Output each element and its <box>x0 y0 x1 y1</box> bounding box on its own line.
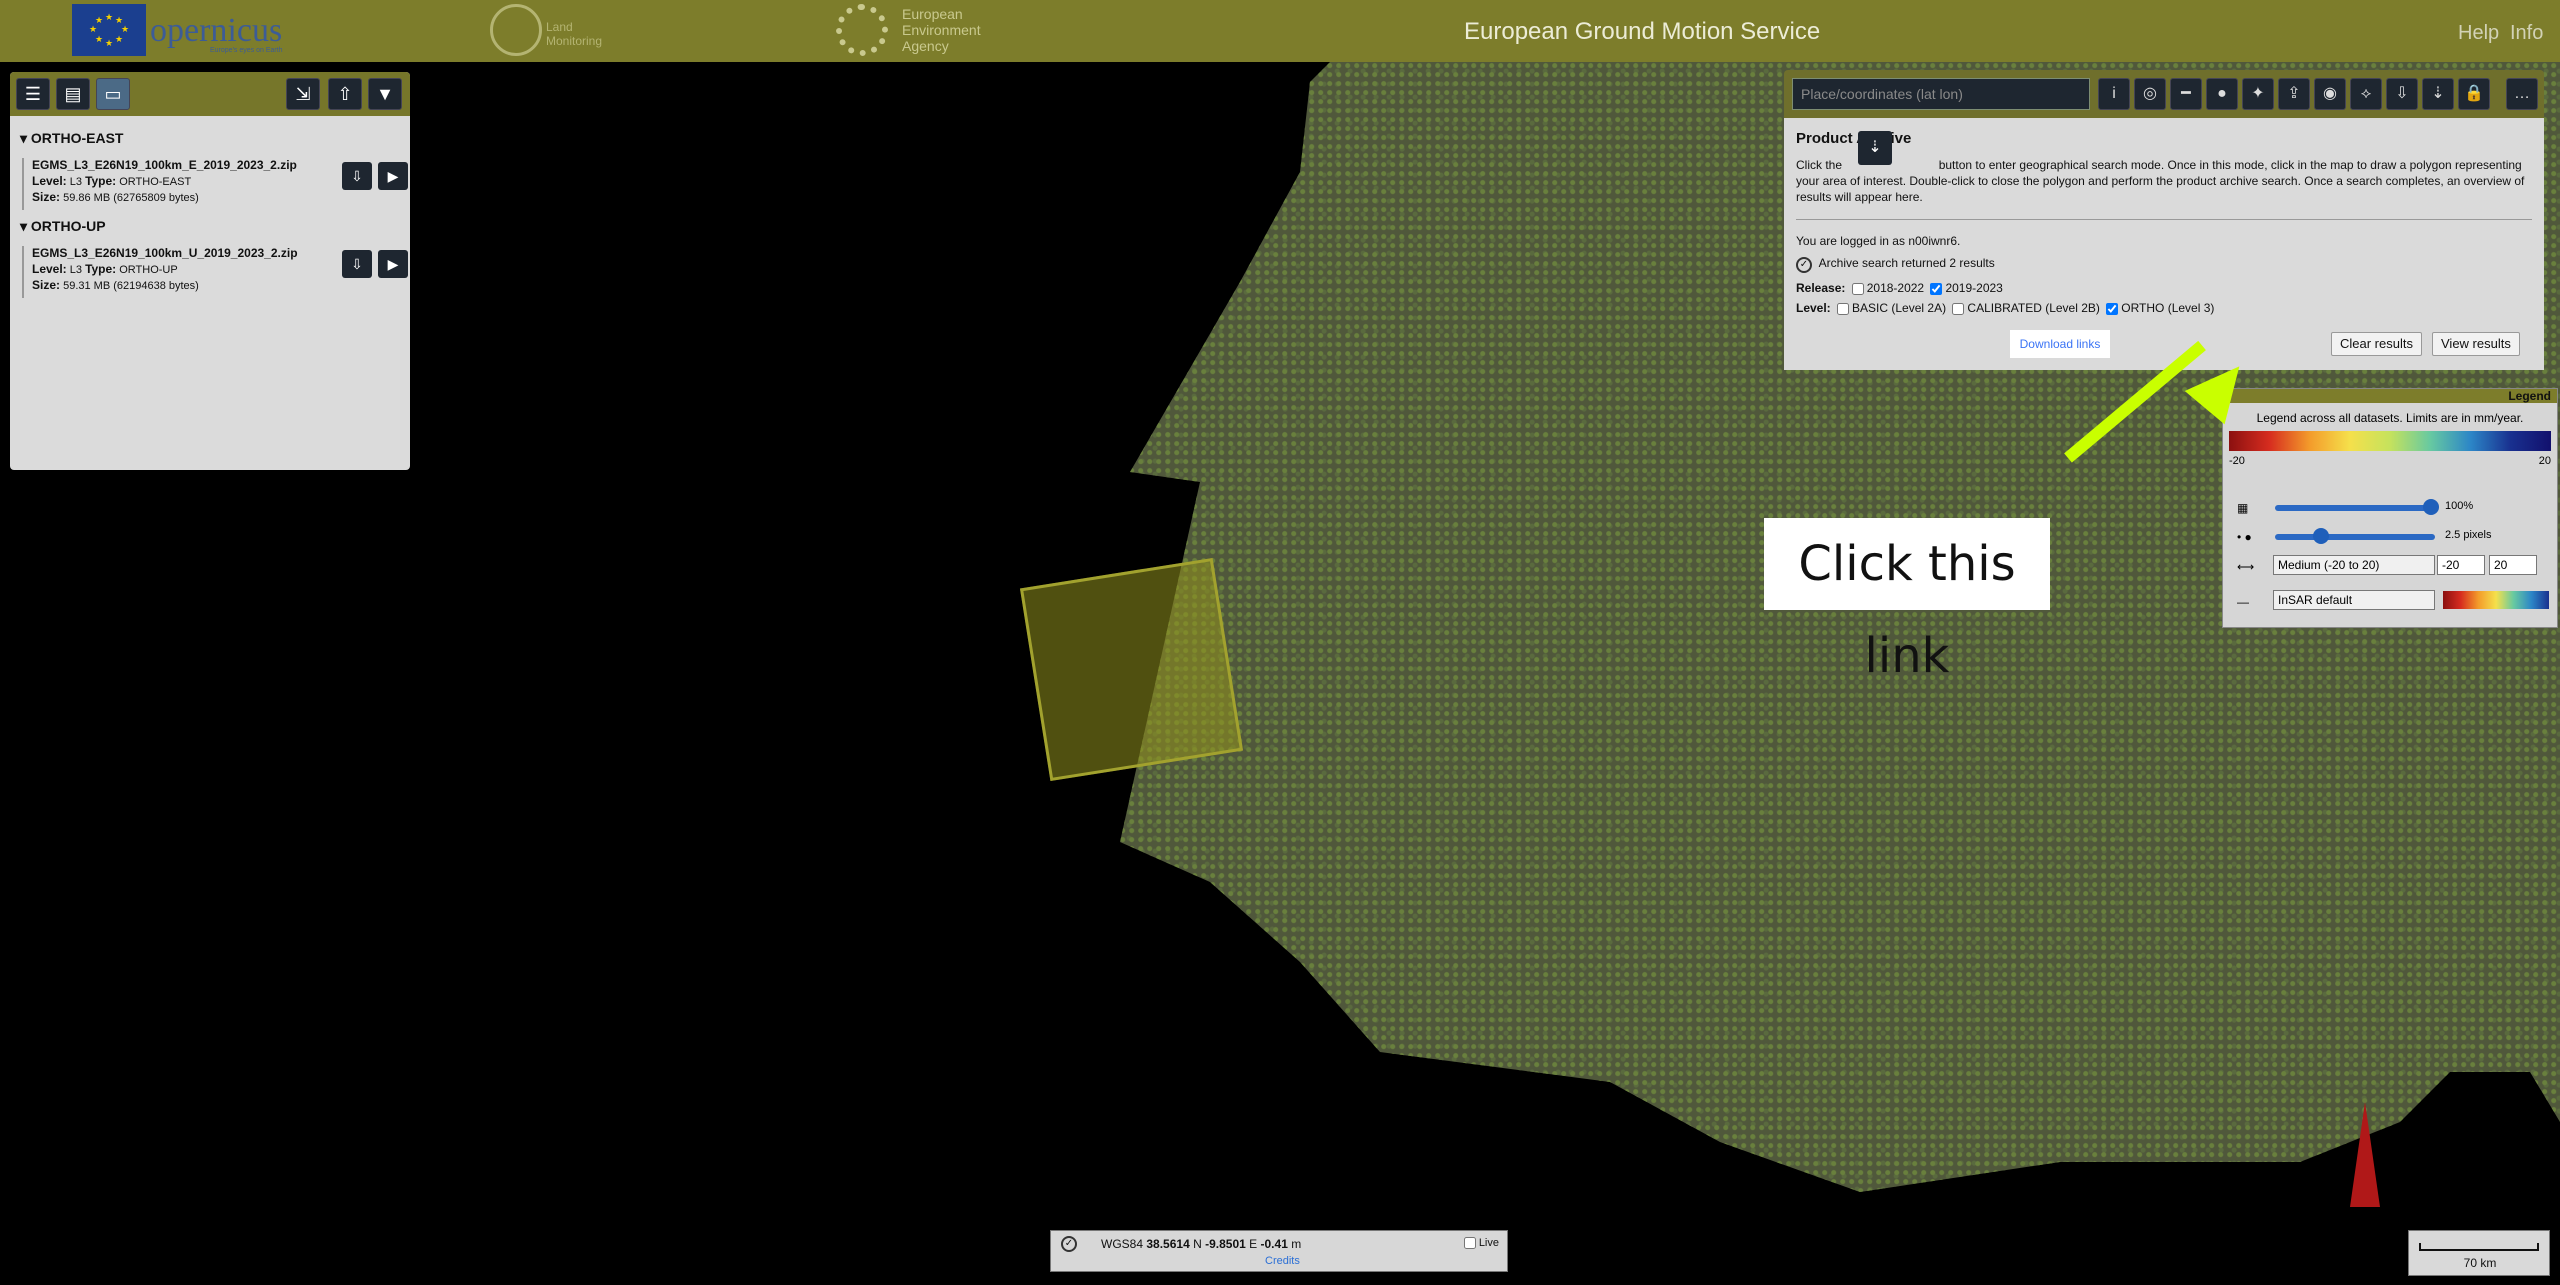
results-panel: ☰ ▤ ▭ ⇲ ⇧ ▼ ▾ ORTHO-EAST EGMS_L3_E26N19_… <box>10 72 410 470</box>
group-title-ortho-east: ▾ ORTHO-EAST <box>20 130 124 146</box>
app-title: European Ground Motion Service <box>1464 18 1821 45</box>
archive-title: Product Archive <box>1796 130 1912 147</box>
live-toggle[interactable]: Live <box>1463 1237 1499 1250</box>
tutorial-callout: Click this link <box>1764 518 2050 684</box>
share-icon[interactable]: ⇪ <box>2278 78 2310 110</box>
live-checkbox[interactable] <box>1463 1237 1476 1250</box>
legend-gradient <box>2229 431 2551 451</box>
range-max-input[interactable]: 20 <box>2489 555 2537 575</box>
file-name: EGMS_L3_E26N19_100km_U_2019_2023_2.zip <box>32 246 298 260</box>
top-header: ★ ★ ★ ★ ★ ★ ★ ★ opernicus Europe's eyes on Eart… <box>0 0 2560 62</box>
compass-icon <box>2350 1102 2380 1207</box>
copernicus-logo: opernicus <box>150 12 283 49</box>
download-file-button[interactable]: ⇩ <box>342 250 372 278</box>
eea-text: European Environment Agency <box>902 6 981 54</box>
info-link[interactable]: Info <box>2510 22 2543 45</box>
product-archive-panel: Product Archive Click the button to ente… <box>1784 118 2544 370</box>
range-select[interactable]: Medium (-20 to 20) <box>2273 555 2435 575</box>
land-monitoring-text: Land Monitoring <box>546 20 603 48</box>
divider <box>1796 219 2532 220</box>
play-button[interactable]: ▶ <box>378 162 408 190</box>
clear-results-button[interactable]: Clear results <box>2331 332 2422 356</box>
compass-tool-icon[interactable]: ✦ <box>2242 78 2274 110</box>
check-icon: ✓ <box>1796 257 1812 273</box>
download-links-button[interactable]: Download links <box>2010 330 2110 358</box>
more-icon[interactable]: … <box>2506 78 2538 110</box>
point-size-slider[interactable]: 2.5 pixels <box>2245 526 2545 546</box>
view-results-button[interactable]: View results <box>2432 332 2520 356</box>
document-icon[interactable]: ▭ <box>96 78 130 110</box>
release-filter: Release: 2018-2022 2019-2023 <box>1796 281 2003 295</box>
results-toolbar: ☰ ▤ ▭ ⇲ ⇧ ▼ <box>10 72 410 116</box>
polygon-icon[interactable]: ⟡ <box>2350 78 2382 110</box>
info-icon[interactable]: i <box>2098 78 2130 110</box>
login-text: You are logged in as n00iwnr6. <box>1796 234 1961 248</box>
status-ok-icon: ✓ <box>1061 1236 1077 1252</box>
expand-icon[interactable]: ⇲ <box>286 78 320 110</box>
scale-line <box>2419 1243 2539 1251</box>
copernicus-tagline: Europe's eyes on Earth <box>210 47 283 54</box>
eea-logo <box>836 4 888 56</box>
globe-icon[interactable]: ◎ <box>2134 78 2166 110</box>
search-result: ✓ Archive search returned 2 results <box>1796 256 2532 273</box>
download-file-button[interactable]: ⇩ <box>342 162 372 190</box>
scale-bar: 70 km <box>2408 1230 2550 1276</box>
release-2018-checkbox[interactable] <box>1851 282 1864 295</box>
scale-label: 70 km <box>2463 1256 2497 1270</box>
eye-icon[interactable]: ◉ <box>2314 78 2346 110</box>
layers-icon[interactable]: ▤ <box>56 78 90 110</box>
help-link[interactable]: Help <box>2458 22 2499 45</box>
legend-range: -20 20 <box>2229 455 2551 467</box>
range-icon: ⟷ <box>2237 560 2255 574</box>
opacity-track <box>2275 505 2435 511</box>
point-size-track <box>2275 534 2435 540</box>
land-monitoring-logo <box>490 4 542 56</box>
filter-icon[interactable]: ▼ <box>368 78 402 110</box>
coordinates-text: WGS84 38.5614 N -9.8501 E -0.41 m <box>1101 1237 1302 1251</box>
legend-panel: Legend Legend across all datasets. Limit… <box>2222 388 2558 628</box>
palette-preview <box>2443 591 2549 609</box>
file-name: EGMS_L3_E26N19_100km_E_2019_2023_2.zip <box>32 158 297 172</box>
play-button[interactable]: ▶ <box>378 250 408 278</box>
file-row-ortho-east: EGMS_L3_E26N19_100km_E_2019_2023_2.zip L… <box>22 158 408 210</box>
place-search-input[interactable]: Place/coordinates (lat lon) <box>1792 78 2090 110</box>
archive-instructions: Click the button to enter geographical s… <box>1796 131 2532 205</box>
legend-description: Legend across all datasets. Limits are i… <box>2256 411 2524 425</box>
group-title-ortho-up: ▾ ORTHO-UP <box>20 218 106 234</box>
circle-icon[interactable]: ● <box>2206 78 2238 110</box>
select-area-icon[interactable]: ⇣ <box>2422 78 2454 110</box>
credits-link[interactable]: Credits <box>1265 1255 1300 1267</box>
ruler-icon[interactable]: ━ <box>2170 78 2202 110</box>
palette-icon: — <box>2237 595 2249 609</box>
level-filter: Level: BASIC (Level 2A) CALIBRATED (Leve… <box>1796 301 2215 315</box>
point-size-value: 2.5 pixels <box>2445 529 2492 541</box>
point-size-knob[interactable] <box>2313 528 2329 544</box>
download-icon[interactable]: ⇩ <box>2386 78 2418 110</box>
level-calibrated-checkbox[interactable] <box>1952 302 1965 315</box>
release-2019-checkbox[interactable] <box>1930 282 1943 295</box>
map-toolbar: Place/coordinates (lat lon) i ◎ ━ ● ✦ ⇪ … <box>1784 70 2544 118</box>
coordinates-status: ✓ WGS84 38.5614 N -9.8501 E -0.41 m Cred… <box>1050 1230 1508 1272</box>
upload-icon[interactable]: ⇧ <box>328 78 362 110</box>
level-basic-checkbox[interactable] <box>1837 302 1850 315</box>
legend-header: Legend <box>2223 389 2557 403</box>
menu-icon[interactable]: ☰ <box>16 78 50 110</box>
search-polygon <box>1019 557 1244 782</box>
opacity-slider[interactable]: 100% <box>2245 497 2545 517</box>
area-search-icon[interactable]: ⇣ <box>1858 131 1892 165</box>
file-row-ortho-up: EGMS_L3_E26N19_100km_U_2019_2023_2.zip L… <box>22 246 408 298</box>
range-min-input[interactable]: -20 <box>2437 555 2485 575</box>
lock-icon[interactable]: 🔒 <box>2458 78 2490 110</box>
level-ortho-checkbox[interactable] <box>2106 302 2119 315</box>
opacity-value: 100% <box>2445 500 2474 512</box>
palette-select[interactable]: InSAR default <box>2273 590 2435 610</box>
opacity-knob[interactable] <box>2423 499 2439 515</box>
eu-flag-logo: ★ ★ ★ ★ ★ ★ ★ ★ <box>72 4 146 56</box>
